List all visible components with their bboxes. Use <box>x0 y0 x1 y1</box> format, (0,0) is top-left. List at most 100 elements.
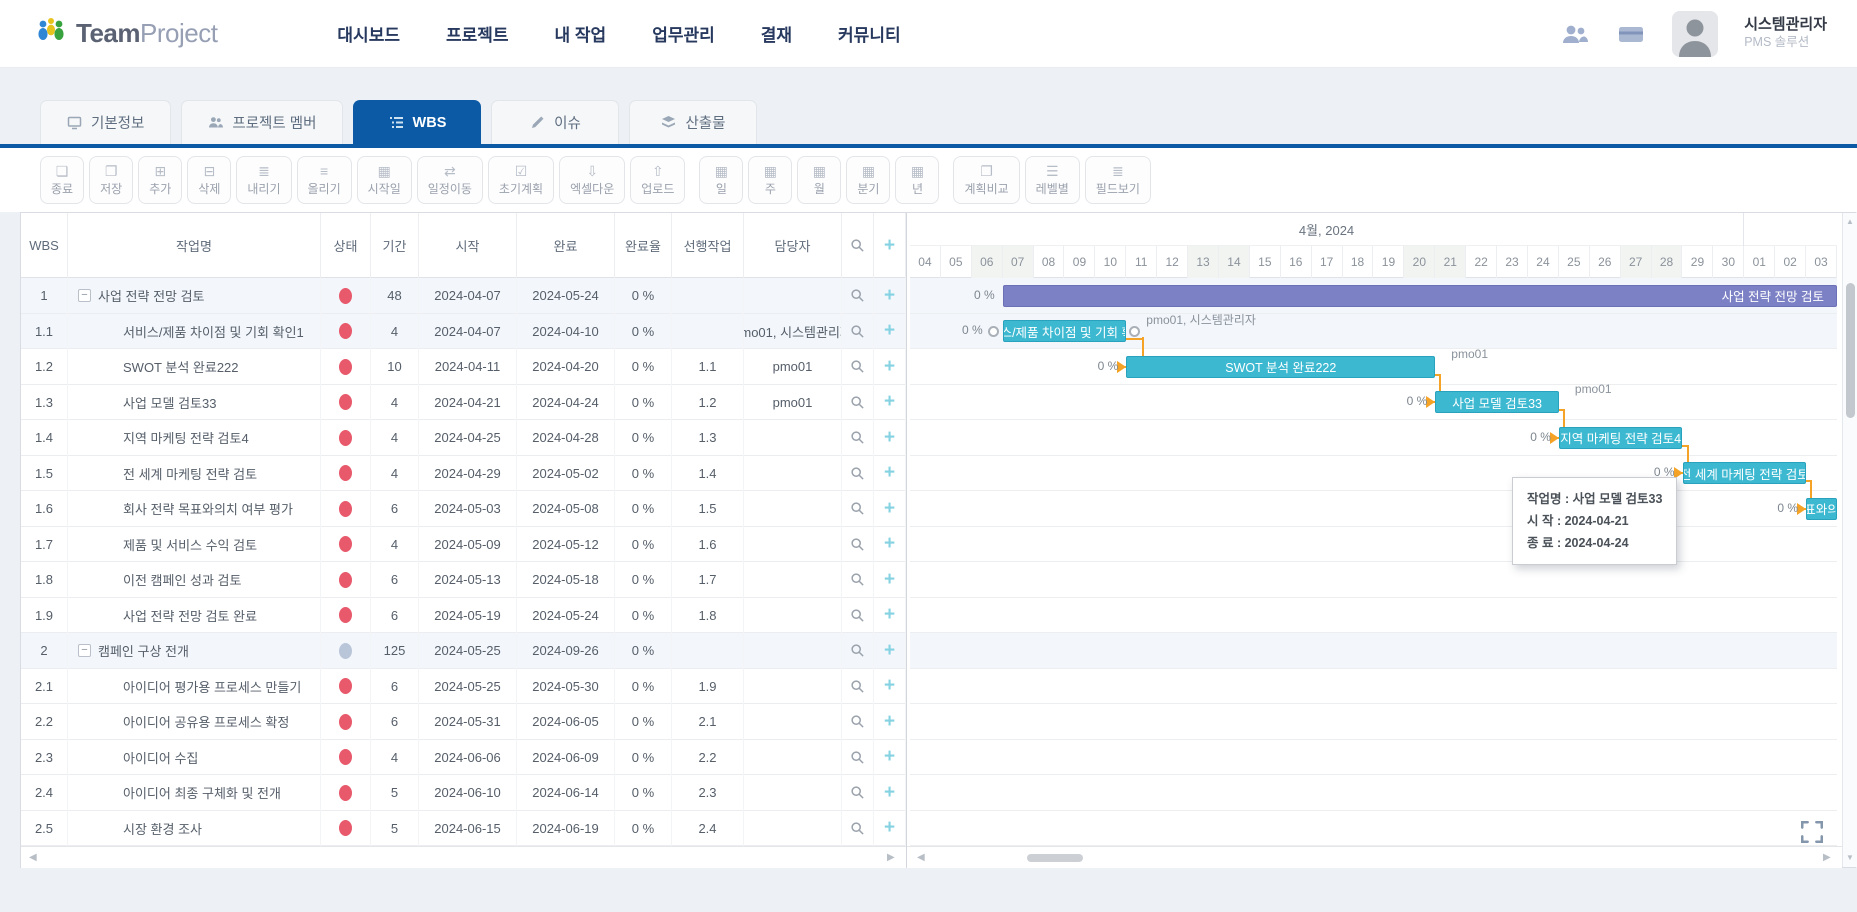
row-search-icon[interactable] <box>842 491 874 527</box>
row-search-icon[interactable] <box>842 775 874 811</box>
row-add-icon[interactable]: + <box>874 349 906 385</box>
nav-item-3[interactable]: 내 작업 <box>555 21 607 46</box>
table-row[interactable]: 1.9사업 전략 전망 검토 완료62024-05-192024-05-240 … <box>21 598 906 634</box>
table-row[interactable]: 2.1아이디어 평가용 프로세스 만들기62024-05-252024-05-3… <box>21 669 906 705</box>
members-shortcut-icon[interactable] <box>1560 22 1590 46</box>
header-add-icon[interactable]: + <box>874 213 906 278</box>
row-add-icon[interactable]: + <box>874 314 906 350</box>
table-hscrollbar[interactable]: ◀ ▶ <box>21 846 906 868</box>
row-search-icon[interactable] <box>842 314 874 350</box>
row-search-icon[interactable] <box>842 704 874 740</box>
row-add-icon[interactable]: + <box>874 740 906 776</box>
gantt-scroll-left-icon[interactable]: ◀ <box>917 852 925 863</box>
table-row[interactable]: 1.5전 세계 마케팅 전략 검토42024-04-292024-05-020 … <box>21 456 906 492</box>
row-add-icon[interactable]: + <box>874 633 906 669</box>
header-search-icon[interactable] <box>842 213 874 278</box>
app-logo[interactable]: TeamProject <box>34 16 217 51</box>
nav-item-2[interactable]: 프로젝트 <box>446 21 509 46</box>
row-search-icon[interactable] <box>842 562 874 598</box>
toolbar-button[interactable]: ▦시작일 <box>357 156 412 204</box>
toolbar-button[interactable]: ≣내리기 <box>236 156 291 204</box>
row-add-icon[interactable]: + <box>874 491 906 527</box>
row-search-icon[interactable] <box>842 420 874 456</box>
toolbar-button[interactable]: ❏종료 <box>40 156 84 204</box>
table-row[interactable]: 1.3사업 모델 검토3342024-04-212024-04-240 %1.2… <box>21 385 906 421</box>
row-add-icon[interactable]: + <box>874 811 906 847</box>
vscroll-down-icon[interactable]: ▼ <box>1846 853 1854 862</box>
gantt-bar[interactable]: 지역 마케팅 전략 검토4 <box>1559 427 1683 449</box>
table-scroll-right-icon[interactable]: ▶ <box>887 852 895 863</box>
toolbar-button[interactable]: ⇄일정이동 <box>417 156 483 204</box>
toolbar-button[interactable]: ⊟삭제 <box>187 156 231 204</box>
gantt-bar[interactable]: SWOT 분석 완료222 <box>1126 356 1435 378</box>
table-row[interactable]: 1.2SWOT 분석 완료222102024-04-112024-04-200 … <box>21 349 906 385</box>
nav-item-1[interactable]: 대시보드 <box>337 21 400 46</box>
row-search-icon[interactable] <box>842 349 874 385</box>
row-add-icon[interactable]: + <box>874 704 906 740</box>
gantt-bar[interactable]: 회사 전략 목표와의치 여부 평가 <box>1806 498 1837 520</box>
gantt-hscroll-thumb[interactable] <box>1027 854 1083 862</box>
table-row[interactable]: 2.4아이디어 최종 구체화 및 전개52024-06-102024-06-14… <box>21 775 906 811</box>
nav-item-5[interactable]: 결재 <box>761 21 792 46</box>
gantt-scroll-right-icon[interactable]: ▶ <box>1823 852 1831 863</box>
row-search-icon[interactable] <box>842 633 874 669</box>
user-avatar[interactable] <box>1672 11 1718 57</box>
row-add-icon[interactable]: + <box>874 420 906 456</box>
toolbar-button[interactable]: ▦분기 <box>846 156 890 204</box>
row-add-icon[interactable]: + <box>874 385 906 421</box>
table-row[interactable]: 1.4지역 마케팅 전략 검토442024-04-252024-04-280 %… <box>21 420 906 456</box>
collapse-icon[interactable]: − <box>78 289 91 302</box>
table-row[interactable]: 2.2아이디어 공유용 프로세스 확정62024-05-312024-06-05… <box>21 704 906 740</box>
tab-1[interactable]: 기본정보 <box>40 100 171 144</box>
tab-2[interactable]: 프로젝트 멤버 <box>181 100 343 144</box>
gantt-hscrollbar[interactable]: ◀ ▶ <box>907 846 1842 868</box>
collapse-icon[interactable]: − <box>78 644 91 657</box>
table-row[interactable]: 1.8이전 캠페인 성과 검토62024-05-132024-05-180 %1… <box>21 562 906 598</box>
tab-3[interactable]: WBS <box>353 100 481 144</box>
table-row[interactable]: 1−사업 전략 전망 검토482024-04-072024-05-240 %+ <box>21 278 906 314</box>
row-add-icon[interactable]: + <box>874 456 906 492</box>
toolbar-button[interactable]: ⇩엑셀다운 <box>559 156 625 204</box>
row-search-icon[interactable] <box>842 385 874 421</box>
gantt-bar[interactable]: 사업 모델 검토33 <box>1435 391 1559 413</box>
table-row[interactable]: 2.3아이디어 수집42024-06-062024-06-090 %2.2+ <box>21 740 906 776</box>
card-shortcut-icon[interactable] <box>1616 22 1646 46</box>
toolbar-button[interactable]: ⇧업로드 <box>630 156 685 204</box>
toolbar-button[interactable]: ▦월 <box>797 156 841 204</box>
table-row[interactable]: 1.6회사 전략 목표와의치 여부 평가62024-05-032024-05-0… <box>21 491 906 527</box>
toolbar-button[interactable]: ▦년 <box>895 156 939 204</box>
row-search-icon[interactable] <box>842 598 874 634</box>
table-scroll-left-icon[interactable]: ◀ <box>29 852 37 863</box>
tab-4[interactable]: 이슈 <box>491 100 619 144</box>
row-add-icon[interactable]: + <box>874 278 906 314</box>
nav-item-4[interactable]: 업무관리 <box>652 21 715 46</box>
gantt-bar[interactable]: 전 세계 마케팅 전략 검토 <box>1683 462 1807 484</box>
row-add-icon[interactable]: + <box>874 775 906 811</box>
table-row[interactable]: 2−캠페인 구상 전개1252024-05-252024-09-260 %+ <box>21 633 906 669</box>
row-search-icon[interactable] <box>842 278 874 314</box>
nav-item-6[interactable]: 커뮤니티 <box>838 21 901 46</box>
row-search-icon[interactable] <box>842 456 874 492</box>
vscroll-thumb[interactable] <box>1846 283 1855 418</box>
toolbar-button[interactable]: ≣필드보기 <box>1085 156 1151 204</box>
row-search-icon[interactable] <box>842 740 874 776</box>
row-add-icon[interactable]: + <box>874 598 906 634</box>
row-search-icon[interactable] <box>842 811 874 847</box>
toolbar-button[interactable]: ☑초기계획 <box>488 156 554 204</box>
table-row[interactable]: 2.5시장 환경 조사52024-06-152024-06-190 %2.4+ <box>21 811 906 847</box>
gantt-bar[interactable]: 서비스/제품 차이점 및 기회 확인1 <box>1003 320 1127 342</box>
row-add-icon[interactable]: + <box>874 562 906 598</box>
table-row[interactable]: 1.1서비스/제품 차이점 및 기회 확인142024-04-072024-04… <box>21 314 906 350</box>
toolbar-button[interactable]: ❐저장 <box>89 156 133 204</box>
table-row[interactable]: 1.7제품 및 서비스 수익 검토42024-05-092024-05-120 … <box>21 527 906 563</box>
row-search-icon[interactable] <box>842 669 874 705</box>
toolbar-button[interactable]: ≡올리기 <box>297 156 352 204</box>
tab-5[interactable]: 산출물 <box>629 100 757 144</box>
toolbar-button[interactable]: ⊞추가 <box>138 156 182 204</box>
toolbar-button[interactable]: ❐계획비교 <box>953 156 1019 204</box>
user-name[interactable]: 시스템관리자 <box>1744 16 1827 35</box>
row-search-icon[interactable] <box>842 527 874 563</box>
fullscreen-icon[interactable] <box>1799 819 1825 845</box>
toolbar-button[interactable]: ☰레벨별 <box>1025 156 1080 204</box>
row-add-icon[interactable]: + <box>874 669 906 705</box>
